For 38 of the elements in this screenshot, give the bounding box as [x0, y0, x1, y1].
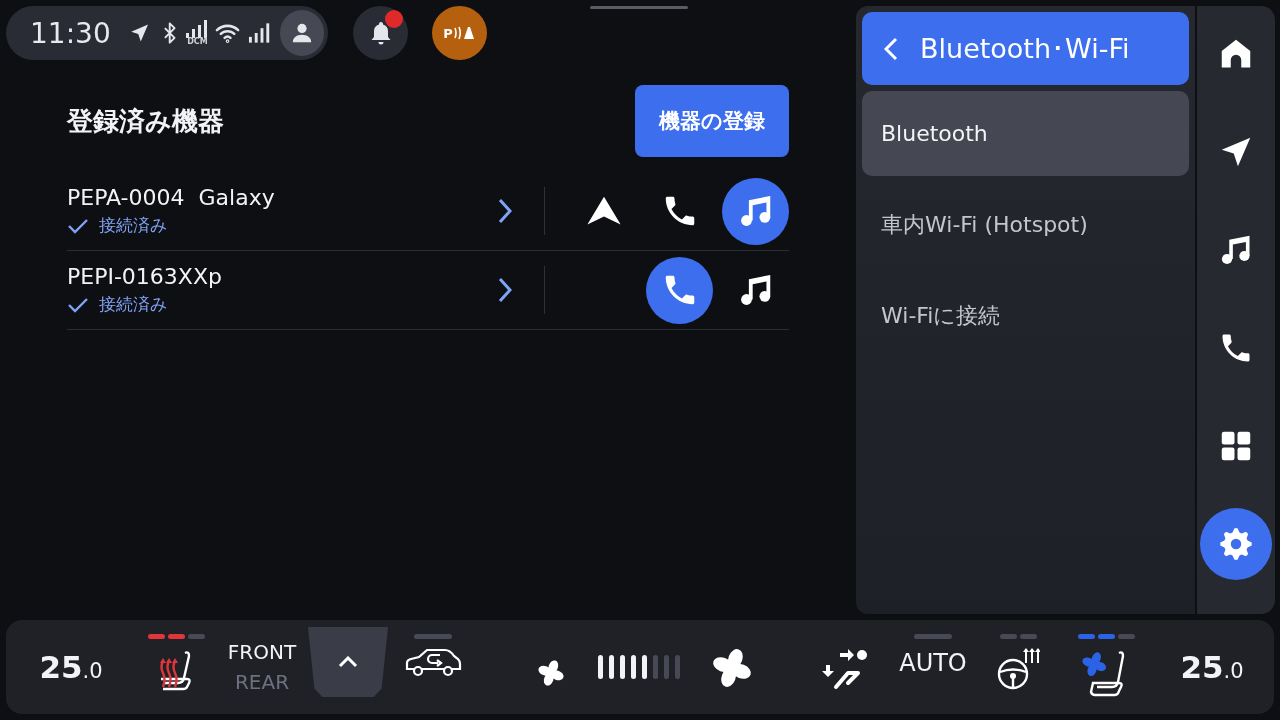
signal-bars-icon [248, 21, 272, 45]
drag-handle[interactable] [590, 6, 688, 9]
back-header-button[interactable]: Bluetooth･Wi-Fi [862, 12, 1189, 85]
device-row[interactable]: PEPI-0163XXp 接続済み [67, 251, 789, 330]
register-device-button[interactable]: 機器の登録 [635, 85, 789, 157]
back-chevron-icon [884, 36, 898, 61]
menu-item[interactable]: Wi-Fiに接続 [862, 273, 1189, 358]
device-name: PEPI-0163XXp [67, 264, 223, 289]
menu-item[interactable]: 車内Wi-Fi (Hotspot) [862, 182, 1189, 267]
temperature-decimal: .0 [82, 659, 103, 683]
chevron-up-icon [338, 656, 358, 668]
notification-button[interactable] [353, 6, 408, 60]
temperature-value: 25 [39, 649, 83, 685]
fan-icon[interactable] [537, 659, 565, 687]
airflow-direction-icon[interactable] [822, 647, 870, 691]
connection-status: 接続済み [99, 293, 167, 316]
chevron-right-icon[interactable] [498, 277, 512, 303]
person-icon [290, 22, 313, 44]
network-label: DCM [187, 38, 208, 46]
car-recirculation-icon[interactable] [404, 647, 462, 677]
fan-icon[interactable] [711, 647, 753, 689]
profile-button[interactable] [279, 10, 324, 56]
sensor-cone-icon [453, 26, 476, 40]
parking-label: P [443, 25, 453, 41]
signal-bars-icon [185, 20, 210, 38]
chevron-right-icon[interactable] [498, 198, 512, 224]
connection-status: 接続済み [99, 214, 167, 237]
menu-item[interactable]: Bluetooth [862, 91, 1189, 176]
auto-button[interactable]: AUTO [899, 649, 967, 677]
temperature-value: 25 [1180, 649, 1224, 685]
device-row[interactable]: PEPA-0004 Galaxy 接続済み [67, 172, 789, 251]
clock-time: 11:30 [30, 16, 111, 50]
temperature-decimal: .0 [1223, 659, 1244, 683]
page-title: 登録済み機器 [67, 104, 224, 138]
zone-option[interactable]: FRONT [227, 640, 297, 664]
device-name: PEPA-0004 Galaxy [67, 185, 276, 210]
settings-icon [1218, 526, 1254, 562]
heated-steering-wheel-icon[interactable] [996, 647, 1040, 691]
